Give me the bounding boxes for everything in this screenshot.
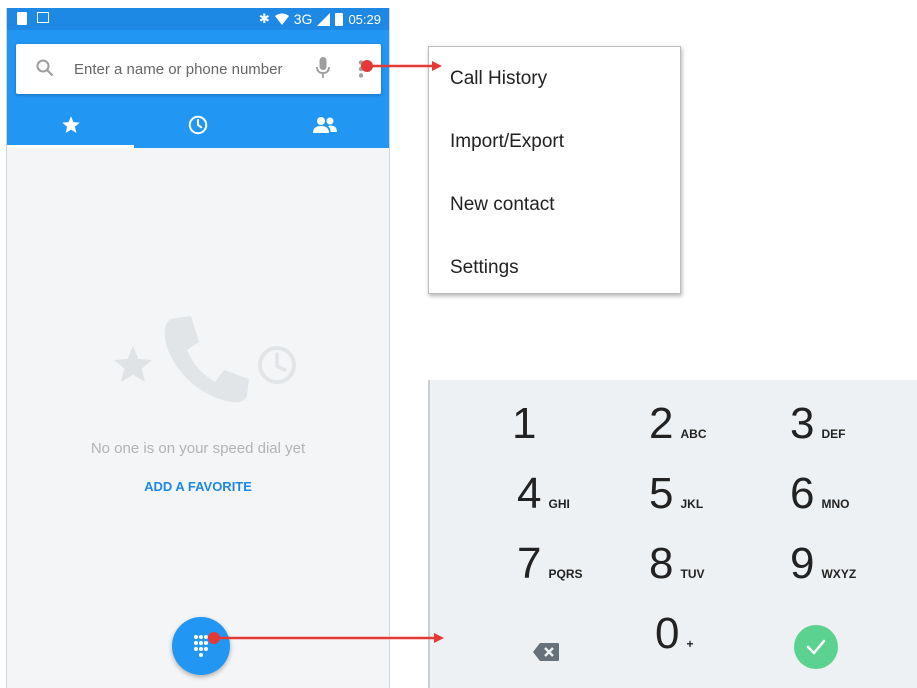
- battery-icon: [335, 12, 344, 26]
- bluetooth-icon: ✱: [258, 11, 270, 26]
- key-letters: MNO: [821, 497, 850, 511]
- dialpad-key-4[interactable]: 4 GHI: [517, 472, 657, 532]
- empty-state-message: No one is on your speed dial yet: [90, 440, 306, 457]
- key-letters: JKL: [680, 497, 704, 511]
- key-digit: 7: [517, 539, 542, 588]
- tab-bar: [7, 102, 389, 148]
- dialpad-key-2[interactable]: 2 ABC: [649, 402, 789, 462]
- dialpad-key-1[interactable]: 1: [512, 402, 652, 462]
- key-letters: TUV: [680, 567, 705, 581]
- key-letters: +: [686, 637, 694, 651]
- clock-icon: [258, 346, 296, 384]
- call-button[interactable]: [794, 625, 838, 669]
- speed-dial-empty-illustration: [114, 316, 296, 403]
- mic-icon[interactable]: [316, 57, 330, 79]
- key-digit: 2: [649, 399, 674, 448]
- dialpad-key-7[interactable]: 7 PQRS: [517, 542, 657, 602]
- backspace-icon: [533, 643, 559, 661]
- search-box[interactable]: [16, 44, 381, 94]
- key-digit: 9: [790, 539, 815, 588]
- key-letters: WXYZ: [821, 567, 857, 581]
- star-icon: [61, 116, 80, 133]
- phone-icon: [164, 316, 249, 403]
- search-icon[interactable]: [36, 59, 54, 77]
- tab-speed-dial[interactable]: [7, 102, 135, 148]
- key-digit: 4: [517, 469, 542, 518]
- backspace-button[interactable]: [533, 643, 559, 666]
- dialpad-key-9[interactable]: 9 WXYZ: [790, 542, 917, 602]
- key-letters: PQRS: [548, 567, 583, 581]
- people-icon: [313, 117, 338, 133]
- menu-item-new-contact[interactable]: New contact: [429, 173, 680, 236]
- key-digit: 5: [649, 469, 674, 518]
- dialpad-panel: 1 2 ABC 3 DEF 4 GHI 5 JKL 6 MNO 7 PQRS 8…: [428, 380, 917, 688]
- clock-time: 05:29: [348, 11, 381, 27]
- key-digit: 1: [512, 399, 537, 448]
- gallery-notification-icon: [37, 12, 49, 23]
- dialpad-fab-button[interactable]: [172, 617, 230, 675]
- dialpad-icon: [194, 635, 208, 657]
- tab-contacts[interactable]: [262, 102, 389, 148]
- search-input[interactable]: [74, 56, 304, 82]
- tab-recents[interactable]: [134, 102, 261, 148]
- star-icon: [114, 346, 152, 382]
- wifi-icon: [274, 13, 289, 25]
- phone-screen: ✱ 3G 05:29 Enter a name or phone number …: [6, 8, 390, 688]
- key-letters: ABC: [680, 427, 707, 441]
- overflow-menu-icon[interactable]: [358, 60, 364, 78]
- network-type: 3G: [293, 11, 313, 27]
- dialpad-key-8[interactable]: 8 TUV: [649, 542, 789, 602]
- key-digit: 3: [790, 399, 815, 448]
- dialpad-key-3[interactable]: 3 DEF: [790, 402, 917, 462]
- menu-item-settings[interactable]: Settings: [429, 236, 680, 299]
- key-digit: 0: [655, 609, 680, 658]
- key-digit: 8: [649, 539, 674, 588]
- dialpad-key-6[interactable]: 6 MNO: [790, 472, 917, 532]
- menu-item-call-history[interactable]: Call History: [429, 47, 680, 110]
- key-letters: DEF: [821, 427, 846, 441]
- signal-icon: [317, 12, 331, 26]
- key-digit: 6: [790, 469, 815, 518]
- overflow-menu: Call History Import/Export New contact S…: [428, 46, 681, 294]
- status-bar: ✱ 3G 05:29: [7, 8, 389, 30]
- key-letters: GHI: [548, 497, 570, 511]
- clock-icon: [188, 115, 208, 135]
- add-favorite-link[interactable]: ADD A FAVORITE: [7, 479, 389, 494]
- check-icon: [806, 639, 826, 655]
- battery-saver-icon: [17, 12, 27, 25]
- dialpad-key-5[interactable]: 5 JKL: [649, 472, 789, 532]
- dialpad-key-0[interactable]: 0 +: [655, 612, 795, 672]
- header-bar: [7, 30, 389, 148]
- menu-item-import-export[interactable]: Import/Export: [429, 110, 680, 173]
